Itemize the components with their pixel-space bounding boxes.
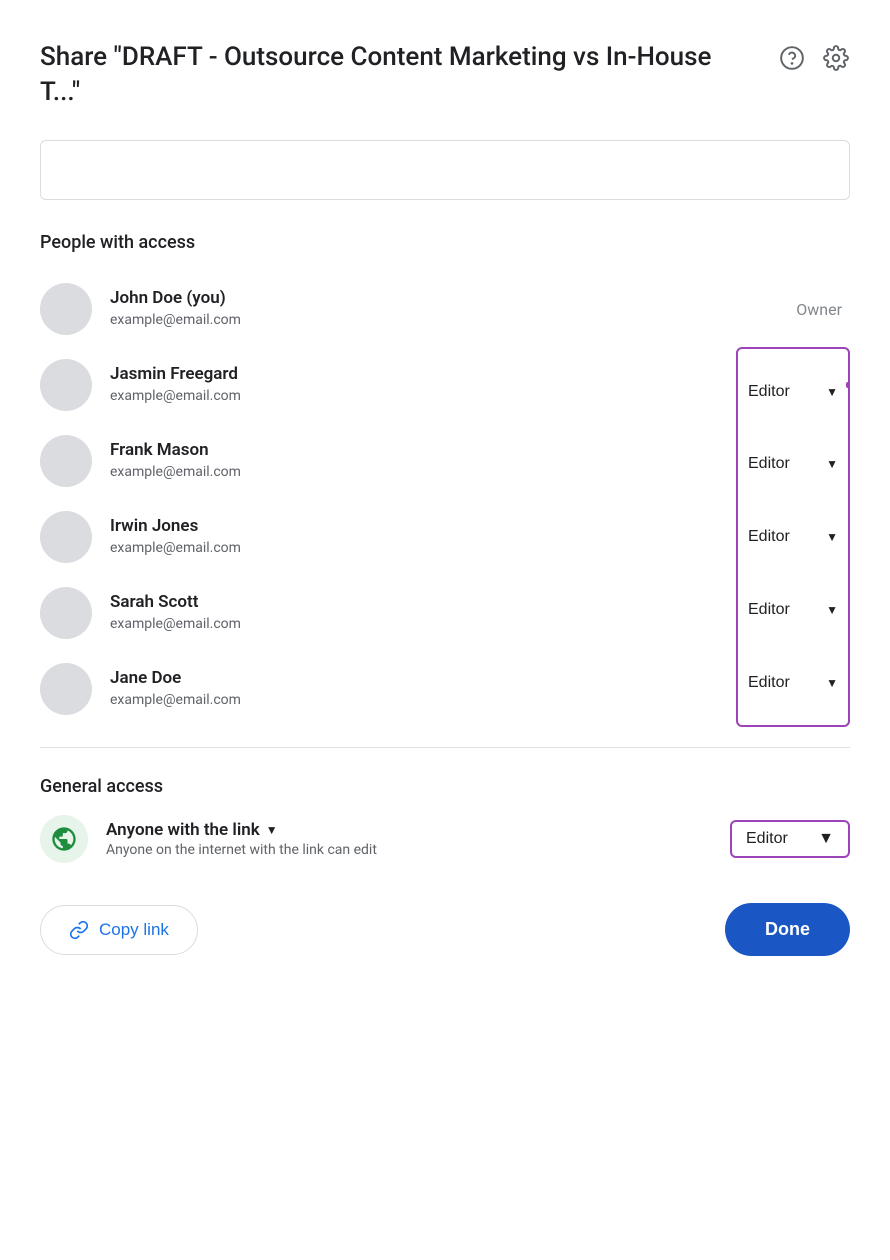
general-access-desc: Anyone on the internet with the link can…: [106, 842, 730, 858]
section-divider: [40, 747, 850, 748]
general-access-row: Anyone with the link ▼ Anyone on the int…: [40, 815, 850, 863]
done-label: Done: [765, 919, 810, 939]
person-row-sarah: Sarah Scott example@email.com: [40, 575, 850, 651]
editor-label-sarah: Editor: [748, 601, 790, 619]
chevron-down-icon-irwin: ▼: [826, 530, 838, 544]
chevron-down-icon-jasmin: ▼: [826, 385, 838, 399]
copy-link-label: Copy link: [99, 920, 169, 940]
chevron-down-icon-sarah: ▼: [826, 603, 838, 617]
chevron-down-icon-access: ▼: [266, 823, 278, 837]
avatar-john-doe: [40, 283, 92, 335]
avatar-jane: [40, 663, 92, 715]
header-icons: [778, 44, 850, 72]
person-row-jasmin: Jasmin Freegard example@email.com: [40, 347, 850, 423]
editor-dropdown-jasmin[interactable]: Editor ▼: [738, 377, 848, 407]
person-email-john-doe: example@email.com: [110, 311, 796, 331]
person-row-owner: John Doe (you) example@email.com Owner: [40, 271, 850, 347]
avatar-sarah: [40, 587, 92, 639]
general-access-title: General access: [40, 776, 850, 797]
owner-label: Owner: [796, 300, 850, 319]
share-dialog: Share "DRAFT - Outsource Content Marketi…: [0, 0, 890, 1260]
avatar-irwin: [40, 511, 92, 563]
chevron-down-icon-general: ▼: [818, 830, 834, 848]
person-info-john-doe: John Doe (you) example@email.com: [110, 287, 796, 330]
share-search-input[interactable]: [40, 140, 850, 200]
general-access-section: General access Anyone with the link ▼ An…: [40, 776, 850, 863]
link-icon: [69, 920, 89, 940]
general-access-editor-dropdown[interactable]: Editor ▼: [730, 820, 850, 858]
dialog-title: Share "DRAFT - Outsource Content Marketi…: [40, 40, 740, 110]
settings-icon[interactable]: [822, 44, 850, 72]
general-access-link-title[interactable]: Anyone with the link ▼: [106, 820, 730, 840]
editor-label-jasmin: Editor: [748, 383, 790, 401]
copy-link-button[interactable]: Copy link: [40, 905, 198, 955]
editor-dropdown-sarah[interactable]: Editor ▼: [738, 595, 848, 625]
dialog-footer: Copy link Done: [40, 903, 850, 956]
globe-icon: [50, 825, 78, 853]
chevron-down-icon-frank: ▼: [826, 457, 838, 471]
people-rows-wrapper: John Doe (you) example@email.com Owner J…: [40, 271, 850, 727]
avatar-frank: [40, 435, 92, 487]
person-row-irwin: Irwin Jones example@email.com: [40, 499, 850, 575]
avatar-jasmin: [40, 359, 92, 411]
person-row-jane: Jane Doe example@email.com: [40, 651, 850, 727]
general-access-role-label: Editor: [746, 830, 788, 848]
done-button[interactable]: Done: [725, 903, 850, 956]
role-owner: Owner: [796, 300, 850, 319]
editor-label-jane: Editor: [748, 674, 790, 692]
help-icon[interactable]: [778, 44, 806, 72]
editor-dropdown-irwin[interactable]: Editor ▼: [738, 522, 848, 552]
chevron-down-icon-jane: ▼: [826, 676, 838, 690]
people-with-access-section: People with access John Doe (you) exampl…: [40, 232, 850, 727]
editor-label-frank: Editor: [748, 455, 790, 473]
person-name-john-doe: John Doe (you): [110, 287, 796, 311]
dialog-header: Share "DRAFT - Outsource Content Marketi…: [40, 40, 850, 110]
general-access-link-label: Anyone with the link: [106, 820, 260, 840]
people-with-access-title: People with access: [40, 232, 850, 253]
globe-icon-container: [40, 815, 88, 863]
editor-label-irwin: Editor: [748, 528, 790, 546]
editor-dropdown-jane[interactable]: Editor ▼: [738, 668, 848, 698]
person-row-frank: Frank Mason example@email.com: [40, 423, 850, 499]
editor-dropdown-frank[interactable]: Editor ▼: [738, 449, 848, 479]
general-access-info: Anyone with the link ▼ Anyone on the int…: [106, 820, 730, 858]
